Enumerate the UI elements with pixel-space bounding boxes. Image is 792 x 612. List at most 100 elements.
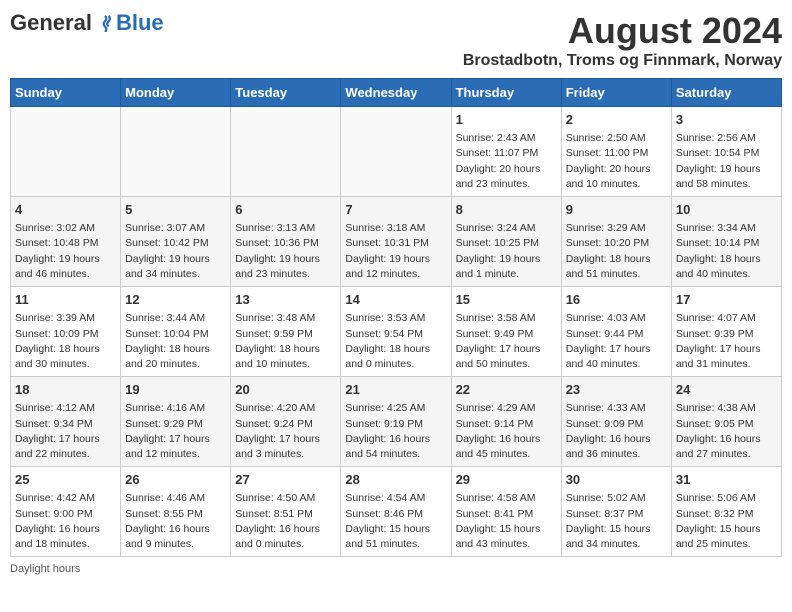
day-number: 24 — [676, 381, 777, 399]
calendar-cell: 9 Sunrise: 3:29 AM Sunset: 10:20 PM Dayli… — [561, 197, 671, 287]
logo-area: General Blue — [10, 10, 164, 36]
day-number: 11 — [15, 291, 116, 309]
day-info: Sunrise: 4:42 AM Sunset: 9:00 PM Dayligh… — [15, 491, 116, 552]
day-number: 9 — [566, 201, 667, 219]
title-area: August 2024 Brostadbotn, Troms og Finnma… — [463, 10, 782, 70]
day-info: Sunrise: 3:13 AM Sunset: 10:36 PM Daylig… — [235, 221, 336, 282]
day-number: 1 — [456, 111, 557, 129]
calendar-week-row: 4 Sunrise: 3:02 AM Sunset: 10:48 PM Dayli… — [11, 197, 782, 287]
calendar-cell — [11, 107, 121, 197]
calendar-week-row: 18 Sunrise: 4:12 AM Sunset: 9:34 PM Dayli… — [11, 377, 782, 467]
day-number: 7 — [345, 201, 446, 219]
calendar-cell: 20 Sunrise: 4:20 AM Sunset: 9:24 PM Dayli… — [231, 377, 341, 467]
day-info: Sunrise: 4:58 AM Sunset: 8:41 PM Dayligh… — [456, 491, 557, 552]
day-info: Sunrise: 3:29 AM Sunset: 10:20 PM Daylig… — [566, 221, 667, 282]
day-number: 25 — [15, 471, 116, 489]
calendar-week-row: 11Sunrise: 3:39 AM Sunset: 10:09 PM Dayl… — [11, 287, 782, 377]
calendar-cell: 1 Sunrise: 2:43 AM Sunset: 11:07 PM Dayli… — [451, 107, 561, 197]
page-header: General Blue August 2024 Brostadbotn, Tr… — [10, 10, 782, 70]
day-number: 27 — [235, 471, 336, 489]
calendar-cell — [121, 107, 231, 197]
day-number: 26 — [125, 471, 226, 489]
calendar-cell: 8 Sunrise: 3:24 AM Sunset: 10:25 PM Dayli… — [451, 197, 561, 287]
day-info: Sunrise: 4:38 AM Sunset: 9:05 PM Dayligh… — [676, 401, 777, 462]
calendar-cell: 26 Sunrise: 4:46 AM Sunset: 8:55 PM Dayli… — [121, 467, 231, 557]
day-number: 15 — [456, 291, 557, 309]
day-number: 8 — [456, 201, 557, 219]
day-number: 28 — [345, 471, 446, 489]
calendar-cell: 11Sunrise: 3:39 AM Sunset: 10:09 PM Dayl… — [11, 287, 121, 377]
calendar-cell: 15 Sunrise: 3:58 AM Sunset: 9:49 PM Dayli… — [451, 287, 561, 377]
calendar-cell: 3Sunrise: 2:56 AM Sunset: 10:54 PM Dayli… — [671, 107, 781, 197]
day-number: 20 — [235, 381, 336, 399]
day-info: Sunrise: 4:07 AM Sunset: 9:39 PM Dayligh… — [676, 311, 777, 372]
calendar-cell: 6Sunrise: 3:13 AM Sunset: 10:36 PM Dayli… — [231, 197, 341, 287]
day-info: Sunrise: 4:20 AM Sunset: 9:24 PM Dayligh… — [235, 401, 336, 462]
calendar-cell: 10Sunrise: 3:34 AM Sunset: 10:14 PM Dayl… — [671, 197, 781, 287]
calendar-cell: 28Sunrise: 4:54 AM Sunset: 8:46 PM Dayli… — [341, 467, 451, 557]
day-info: Sunrise: 4:16 AM Sunset: 9:29 PM Dayligh… — [125, 401, 226, 462]
calendar-cell: 23 Sunrise: 4:33 AM Sunset: 9:09 PM Dayli… — [561, 377, 671, 467]
day-number: 13 — [235, 291, 336, 309]
calendar-header-tuesday: Tuesday — [231, 79, 341, 107]
day-number: 17 — [676, 291, 777, 309]
day-info: Sunrise: 3:44 AM Sunset: 10:04 PM Daylig… — [125, 311, 226, 372]
calendar-cell: 29 Sunrise: 4:58 AM Sunset: 8:41 PM Dayli… — [451, 467, 561, 557]
main-title: August 2024 — [463, 10, 782, 52]
day-info: Sunrise: 4:25 AM Sunset: 9:19 PM Dayligh… — [345, 401, 446, 462]
calendar-header-saturday: Saturday — [671, 79, 781, 107]
day-info: Sunrise: 3:58 AM Sunset: 9:49 PM Dayligh… — [456, 311, 557, 372]
day-info: Sunrise: 4:50 AM Sunset: 8:51 PM Dayligh… — [235, 491, 336, 552]
calendar-cell: 7 Sunrise: 3:18 AM Sunset: 10:31 PM Dayli… — [341, 197, 451, 287]
calendar-header-monday: Monday — [121, 79, 231, 107]
day-number: 23 — [566, 381, 667, 399]
day-number: 21 — [345, 381, 446, 399]
calendar-cell: 27 Sunrise: 4:50 AM Sunset: 8:51 PM Dayli… — [231, 467, 341, 557]
day-info: Sunrise: 2:43 AM Sunset: 11:07 PM Daylig… — [456, 131, 557, 192]
day-info: Sunrise: 4:12 AM Sunset: 9:34 PM Dayligh… — [15, 401, 116, 462]
calendar-cell: 19 Sunrise: 4:16 AM Sunset: 9:29 PM Dayli… — [121, 377, 231, 467]
day-info: Sunrise: 3:24 AM Sunset: 10:25 PM Daylig… — [456, 221, 557, 282]
day-number: 4 — [15, 201, 116, 219]
day-number: 30 — [566, 471, 667, 489]
calendar-cell: 25 Sunrise: 4:42 AM Sunset: 9:00 PM Dayli… — [11, 467, 121, 557]
day-info: Sunrise: 3:18 AM Sunset: 10:31 PM Daylig… — [345, 221, 446, 282]
calendar-cell: 30Sunrise: 5:02 AM Sunset: 8:37 PM Dayli… — [561, 467, 671, 557]
logo-blue-text: Blue — [116, 10, 164, 36]
subtitle: Brostadbotn, Troms og Finnmark, Norway — [463, 52, 782, 70]
calendar-cell: 24 Sunrise: 4:38 AM Sunset: 9:05 PM Dayli… — [671, 377, 781, 467]
calendar-cell: 5Sunrise: 3:07 AM Sunset: 10:42 PM Dayli… — [121, 197, 231, 287]
day-number: 3 — [676, 111, 777, 129]
calendar-table: SundayMondayTuesdayWednesdayThursdayFrid… — [10, 78, 782, 557]
calendar-cell: 2Sunrise: 2:50 AM Sunset: 11:00 PM Dayli… — [561, 107, 671, 197]
calendar-cell: 4 Sunrise: 3:02 AM Sunset: 10:48 PM Dayli… — [11, 197, 121, 287]
day-number: 2 — [566, 111, 667, 129]
day-number: 10 — [676, 201, 777, 219]
day-number: 29 — [456, 471, 557, 489]
calendar-cell — [231, 107, 341, 197]
day-number: 19 — [125, 381, 226, 399]
day-info: Sunrise: 3:02 AM Sunset: 10:48 PM Daylig… — [15, 221, 116, 282]
calendar-header-thursday: Thursday — [451, 79, 561, 107]
day-info: Sunrise: 4:29 AM Sunset: 9:14 PM Dayligh… — [456, 401, 557, 462]
calendar-cell: 22 Sunrise: 4:29 AM Sunset: 9:14 PM Dayli… — [451, 377, 561, 467]
calendar-cell: 31Sunrise: 5:06 AM Sunset: 8:32 PM Dayli… — [671, 467, 781, 557]
footer-note: Daylight hours — [10, 563, 782, 575]
day-number: 5 — [125, 201, 226, 219]
calendar-header-row: SundayMondayTuesdayWednesdayThursdayFrid… — [11, 79, 782, 107]
calendar-cell: 18 Sunrise: 4:12 AM Sunset: 9:34 PM Dayli… — [11, 377, 121, 467]
logo-wave-icon — [96, 14, 114, 32]
calendar-header-wednesday: Wednesday — [341, 79, 451, 107]
calendar-week-row: 1 Sunrise: 2:43 AM Sunset: 11:07 PM Dayli… — [11, 107, 782, 197]
day-number: 18 — [15, 381, 116, 399]
day-info: Sunrise: 4:46 AM Sunset: 8:55 PM Dayligh… — [125, 491, 226, 552]
day-number: 31 — [676, 471, 777, 489]
day-info: Sunrise: 3:48 AM Sunset: 9:59 PM Dayligh… — [235, 311, 336, 372]
day-info: Sunrise: 4:03 AM Sunset: 9:44 PM Dayligh… — [566, 311, 667, 372]
day-info: Sunrise: 4:33 AM Sunset: 9:09 PM Dayligh… — [566, 401, 667, 462]
day-number: 14 — [345, 291, 446, 309]
day-number: 22 — [456, 381, 557, 399]
calendar-week-row: 25 Sunrise: 4:42 AM Sunset: 9:00 PM Dayli… — [11, 467, 782, 557]
calendar-header-friday: Friday — [561, 79, 671, 107]
logo-general-text: General — [10, 10, 92, 36]
